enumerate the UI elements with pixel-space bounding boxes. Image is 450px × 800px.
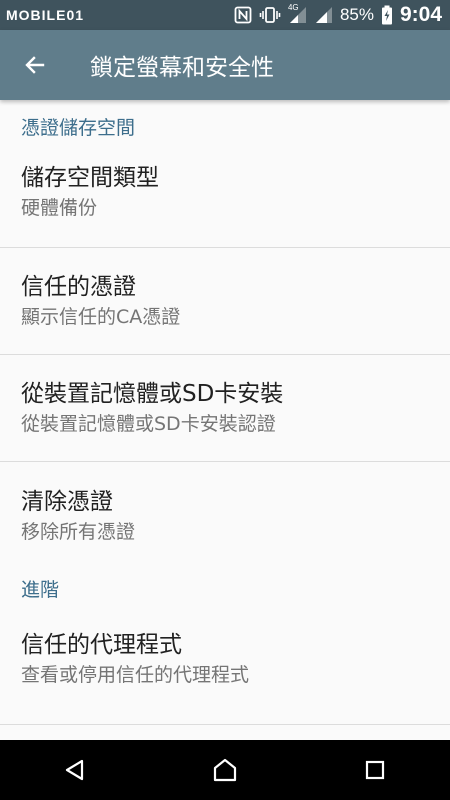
item-title: 信任的代理程式	[21, 632, 182, 658]
network-type-label: 4G	[287, 3, 299, 12]
page-title: 鎖定螢幕和安全性	[90, 55, 274, 81]
navigation-bar	[0, 740, 450, 800]
item-summary: 硬體備份	[21, 197, 98, 219]
battery-charging-icon	[381, 5, 393, 25]
list-item-trust-agents[interactable]: 信任的代理程式 查看或停用信任的代理程式	[0, 629, 450, 725]
status-right: 4G 85% 9:04	[234, 3, 442, 27]
item-summary: 顯示信任的CA憑證	[21, 306, 181, 328]
signal-icon: 4G	[287, 3, 308, 24]
status-bar: MOBILE01 4G 85% 9:04	[0, 0, 450, 30]
recents-square-icon	[364, 759, 386, 781]
status-left: MOBILE01	[6, 7, 84, 23]
item-summary: 查看或停用信任的代理程式	[21, 664, 250, 686]
nav-back-button[interactable]	[35, 740, 115, 800]
item-title: 清除憑證	[21, 488, 113, 515]
list-item-trusted-credentials[interactable]: 信任的憑證 顯示信任的CA憑證	[0, 248, 450, 355]
home-icon	[212, 757, 238, 783]
section-header-advanced: 進階	[21, 579, 60, 601]
vibrate-icon	[259, 6, 281, 24]
watermark-logo: MOBILE01	[6, 7, 85, 23]
back-button[interactable]	[0, 30, 70, 100]
back-triangle-icon	[63, 758, 87, 782]
section-header-credential-storage: 憑證儲存空間	[21, 116, 136, 139]
settings-list: 憑證儲存空間 儲存空間類型 硬體備份 信任的憑證 顯示信任的CA憑證 從裝置記憶…	[0, 100, 450, 740]
nfc-icon	[234, 6, 252, 24]
arrow-left-icon	[23, 53, 47, 77]
clock-time: 9:04	[399, 3, 442, 26]
list-item-install-from-storage[interactable]: 從裝置記憶體或SD卡安裝 從裝置記憶體或SD卡安裝認證	[0, 355, 450, 462]
list-item-storage-type[interactable]: 儲存空間類型 硬體備份	[0, 152, 450, 248]
item-summary: 移除所有憑證	[21, 520, 136, 543]
nav-recents-button[interactable]	[335, 740, 415, 800]
list-item-clear-credentials[interactable]: 清除憑證 移除所有憑證	[0, 462, 450, 569]
battery-percent: 85%	[339, 5, 374, 24]
item-title: 從裝置記憶體或SD卡安裝	[21, 381, 284, 407]
signal-icon-2	[315, 6, 333, 24]
item-summary: 從裝置記憶體或SD卡安裝認證	[21, 413, 276, 435]
app-bar: 鎖定螢幕和安全性	[0, 30, 450, 100]
item-title: 儲存空間類型	[21, 165, 159, 191]
item-title: 信任的憑證	[21, 274, 136, 300]
nav-home-button[interactable]	[185, 740, 265, 800]
